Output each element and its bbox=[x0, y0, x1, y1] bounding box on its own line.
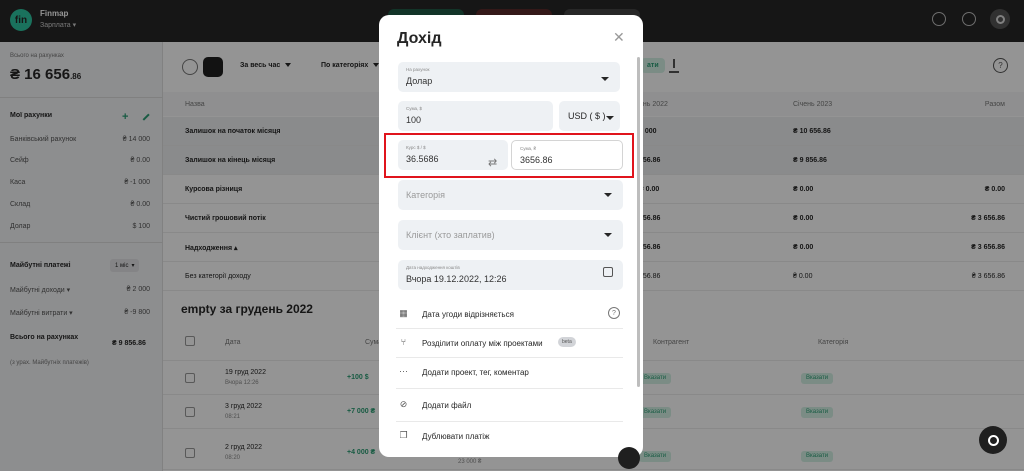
modal-title: Дохід bbox=[397, 30, 442, 47]
option-duplicate[interactable]: ❐ Дублювати платіж bbox=[398, 429, 628, 445]
chevron-down-icon bbox=[604, 233, 612, 237]
calendar-icon[interactable] bbox=[603, 267, 613, 277]
amount-label: Сума, $ bbox=[406, 106, 423, 111]
currency-value: USD ( $ ) bbox=[568, 111, 606, 121]
option-label: Дата угоди відрізняється bbox=[422, 310, 514, 319]
attach-icon: ⊘ bbox=[399, 399, 408, 409]
amount-value: 100 bbox=[406, 115, 422, 125]
date-label: Дата надходження коштів bbox=[406, 265, 460, 270]
date-value: Вчора 19.12.2022, 12:26 bbox=[406, 274, 507, 284]
chevron-down-icon bbox=[606, 116, 614, 120]
category-placeholder: Категорія bbox=[406, 190, 446, 200]
close-icon[interactable]: ✕ bbox=[613, 29, 625, 46]
divider bbox=[396, 328, 623, 329]
category-select[interactable]: Категорія bbox=[398, 180, 623, 210]
chevron-down-icon bbox=[601, 77, 609, 81]
chevron-down-icon bbox=[604, 193, 612, 197]
client-placeholder: Клієнт (хто заплатив) bbox=[406, 230, 495, 240]
option-deal-date[interactable]: ▦ Дата угоди відрізняється bbox=[398, 307, 628, 323]
option-label: Додати проект, тег, коментар bbox=[422, 368, 529, 377]
option-add-details[interactable]: ··· Додати проект, тег, коментар bbox=[398, 365, 628, 381]
option-label: Дублювати платіж bbox=[422, 432, 490, 441]
currency-select[interactable]: USD ( $ ) bbox=[559, 101, 620, 131]
account-label: На рахунок bbox=[406, 67, 430, 72]
date-field[interactable]: Дата надходження коштів Вчора 19.12.2022… bbox=[398, 260, 623, 290]
help-icon[interactable]: ? bbox=[608, 307, 620, 319]
copy-icon: ❐ bbox=[399, 430, 408, 440]
add-button[interactable] bbox=[618, 447, 640, 469]
split-icon: ⑂ bbox=[400, 337, 407, 347]
income-modal: Дохід ✕ На рахунок Долар Сума, $ 100 USD… bbox=[379, 15, 643, 457]
client-select[interactable]: Клієнт (хто заплатив) bbox=[398, 220, 623, 250]
account-select[interactable]: На рахунок Долар bbox=[398, 62, 620, 92]
divider bbox=[396, 388, 623, 389]
option-add-file[interactable]: ⊘ Додати файл bbox=[398, 398, 628, 414]
highlight-box bbox=[384, 133, 634, 178]
option-label: Додати файл bbox=[422, 401, 472, 410]
scrollbar[interactable] bbox=[637, 57, 640, 387]
calendar-icon: ▦ bbox=[399, 308, 408, 318]
divider bbox=[396, 421, 623, 422]
option-label: Розділити оплату між проектами bbox=[422, 339, 543, 348]
chat-icon[interactable] bbox=[979, 426, 1007, 454]
option-split-payment[interactable]: ⑂ Розділити оплату між проектами beta bbox=[398, 336, 628, 352]
beta-badge: beta bbox=[558, 337, 576, 347]
amount-field[interactable]: Сума, $ 100 bbox=[398, 101, 553, 131]
divider bbox=[396, 357, 623, 358]
account-value: Долар bbox=[406, 76, 433, 86]
more-icon: ··· bbox=[399, 366, 408, 376]
